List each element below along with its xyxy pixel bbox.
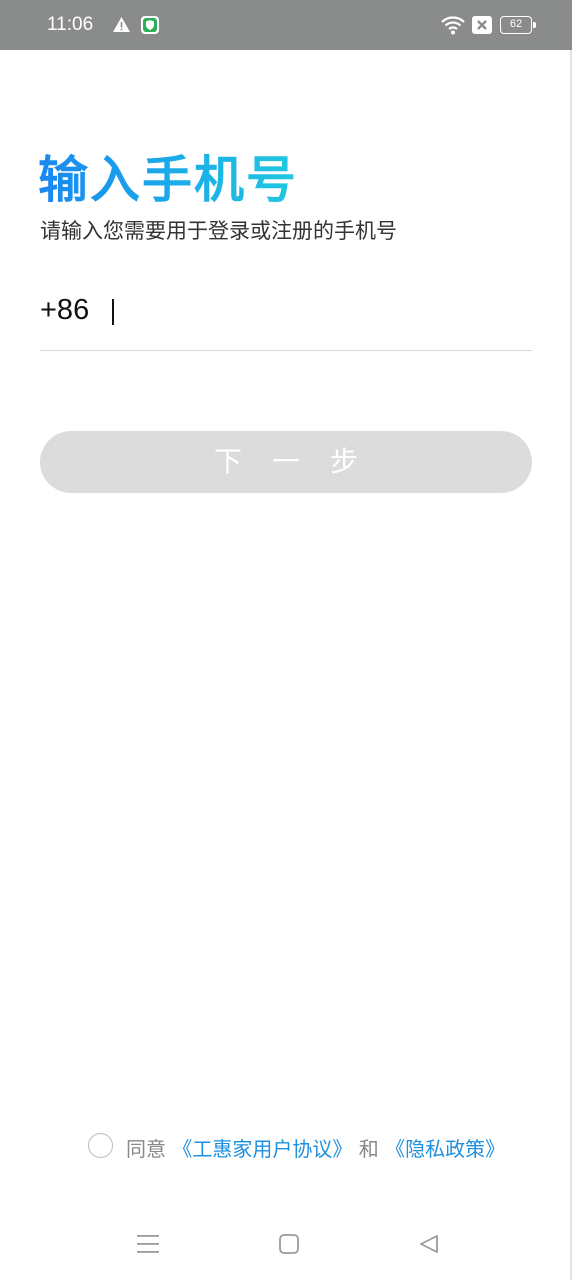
menu-icon[interactable] <box>137 1234 159 1254</box>
next-step-button[interactable]: 下一步 <box>40 431 532 493</box>
battery-icon: 62 <box>500 16 536 34</box>
phone-input-row: +86 <box>40 292 532 352</box>
agree-label: 同意 <box>126 1137 166 1161</box>
user-agreement-link[interactable]: 《工惠家用户协议》 <box>172 1137 352 1161</box>
country-code[interactable]: +86 <box>40 294 89 327</box>
shield-icon <box>141 16 159 34</box>
status-bar: 11:06 62 <box>0 0 572 50</box>
agreement-row: 同意 《工惠家用户协议》 和 《隐私政策》 <box>0 1128 572 1164</box>
page-subtitle: 请输入您需要用于登录或注册的手机号 <box>40 219 397 243</box>
wifi-icon <box>441 16 465 35</box>
system-nav-bar <box>0 1210 572 1280</box>
agree-and-text: 和 <box>358 1137 379 1161</box>
agree-checkbox[interactable] <box>88 1133 113 1158</box>
back-icon[interactable] <box>419 1234 439 1254</box>
warning-icon <box>113 17 130 32</box>
home-icon[interactable] <box>279 1234 299 1254</box>
status-time: 11:06 <box>47 14 94 35</box>
input-underline <box>40 350 532 351</box>
privacy-policy-link[interactable]: 《隐私政策》 <box>385 1137 505 1161</box>
sim-icon <box>472 16 492 34</box>
text-cursor <box>112 299 114 325</box>
agreement-text: 同意 《工惠家用户协议》 和 《隐私政策》 <box>126 1133 505 1162</box>
battery-level: 62 <box>500 16 532 34</box>
phone-number-input[interactable] <box>110 292 530 336</box>
page-title: 输入手机号 <box>38 140 298 209</box>
